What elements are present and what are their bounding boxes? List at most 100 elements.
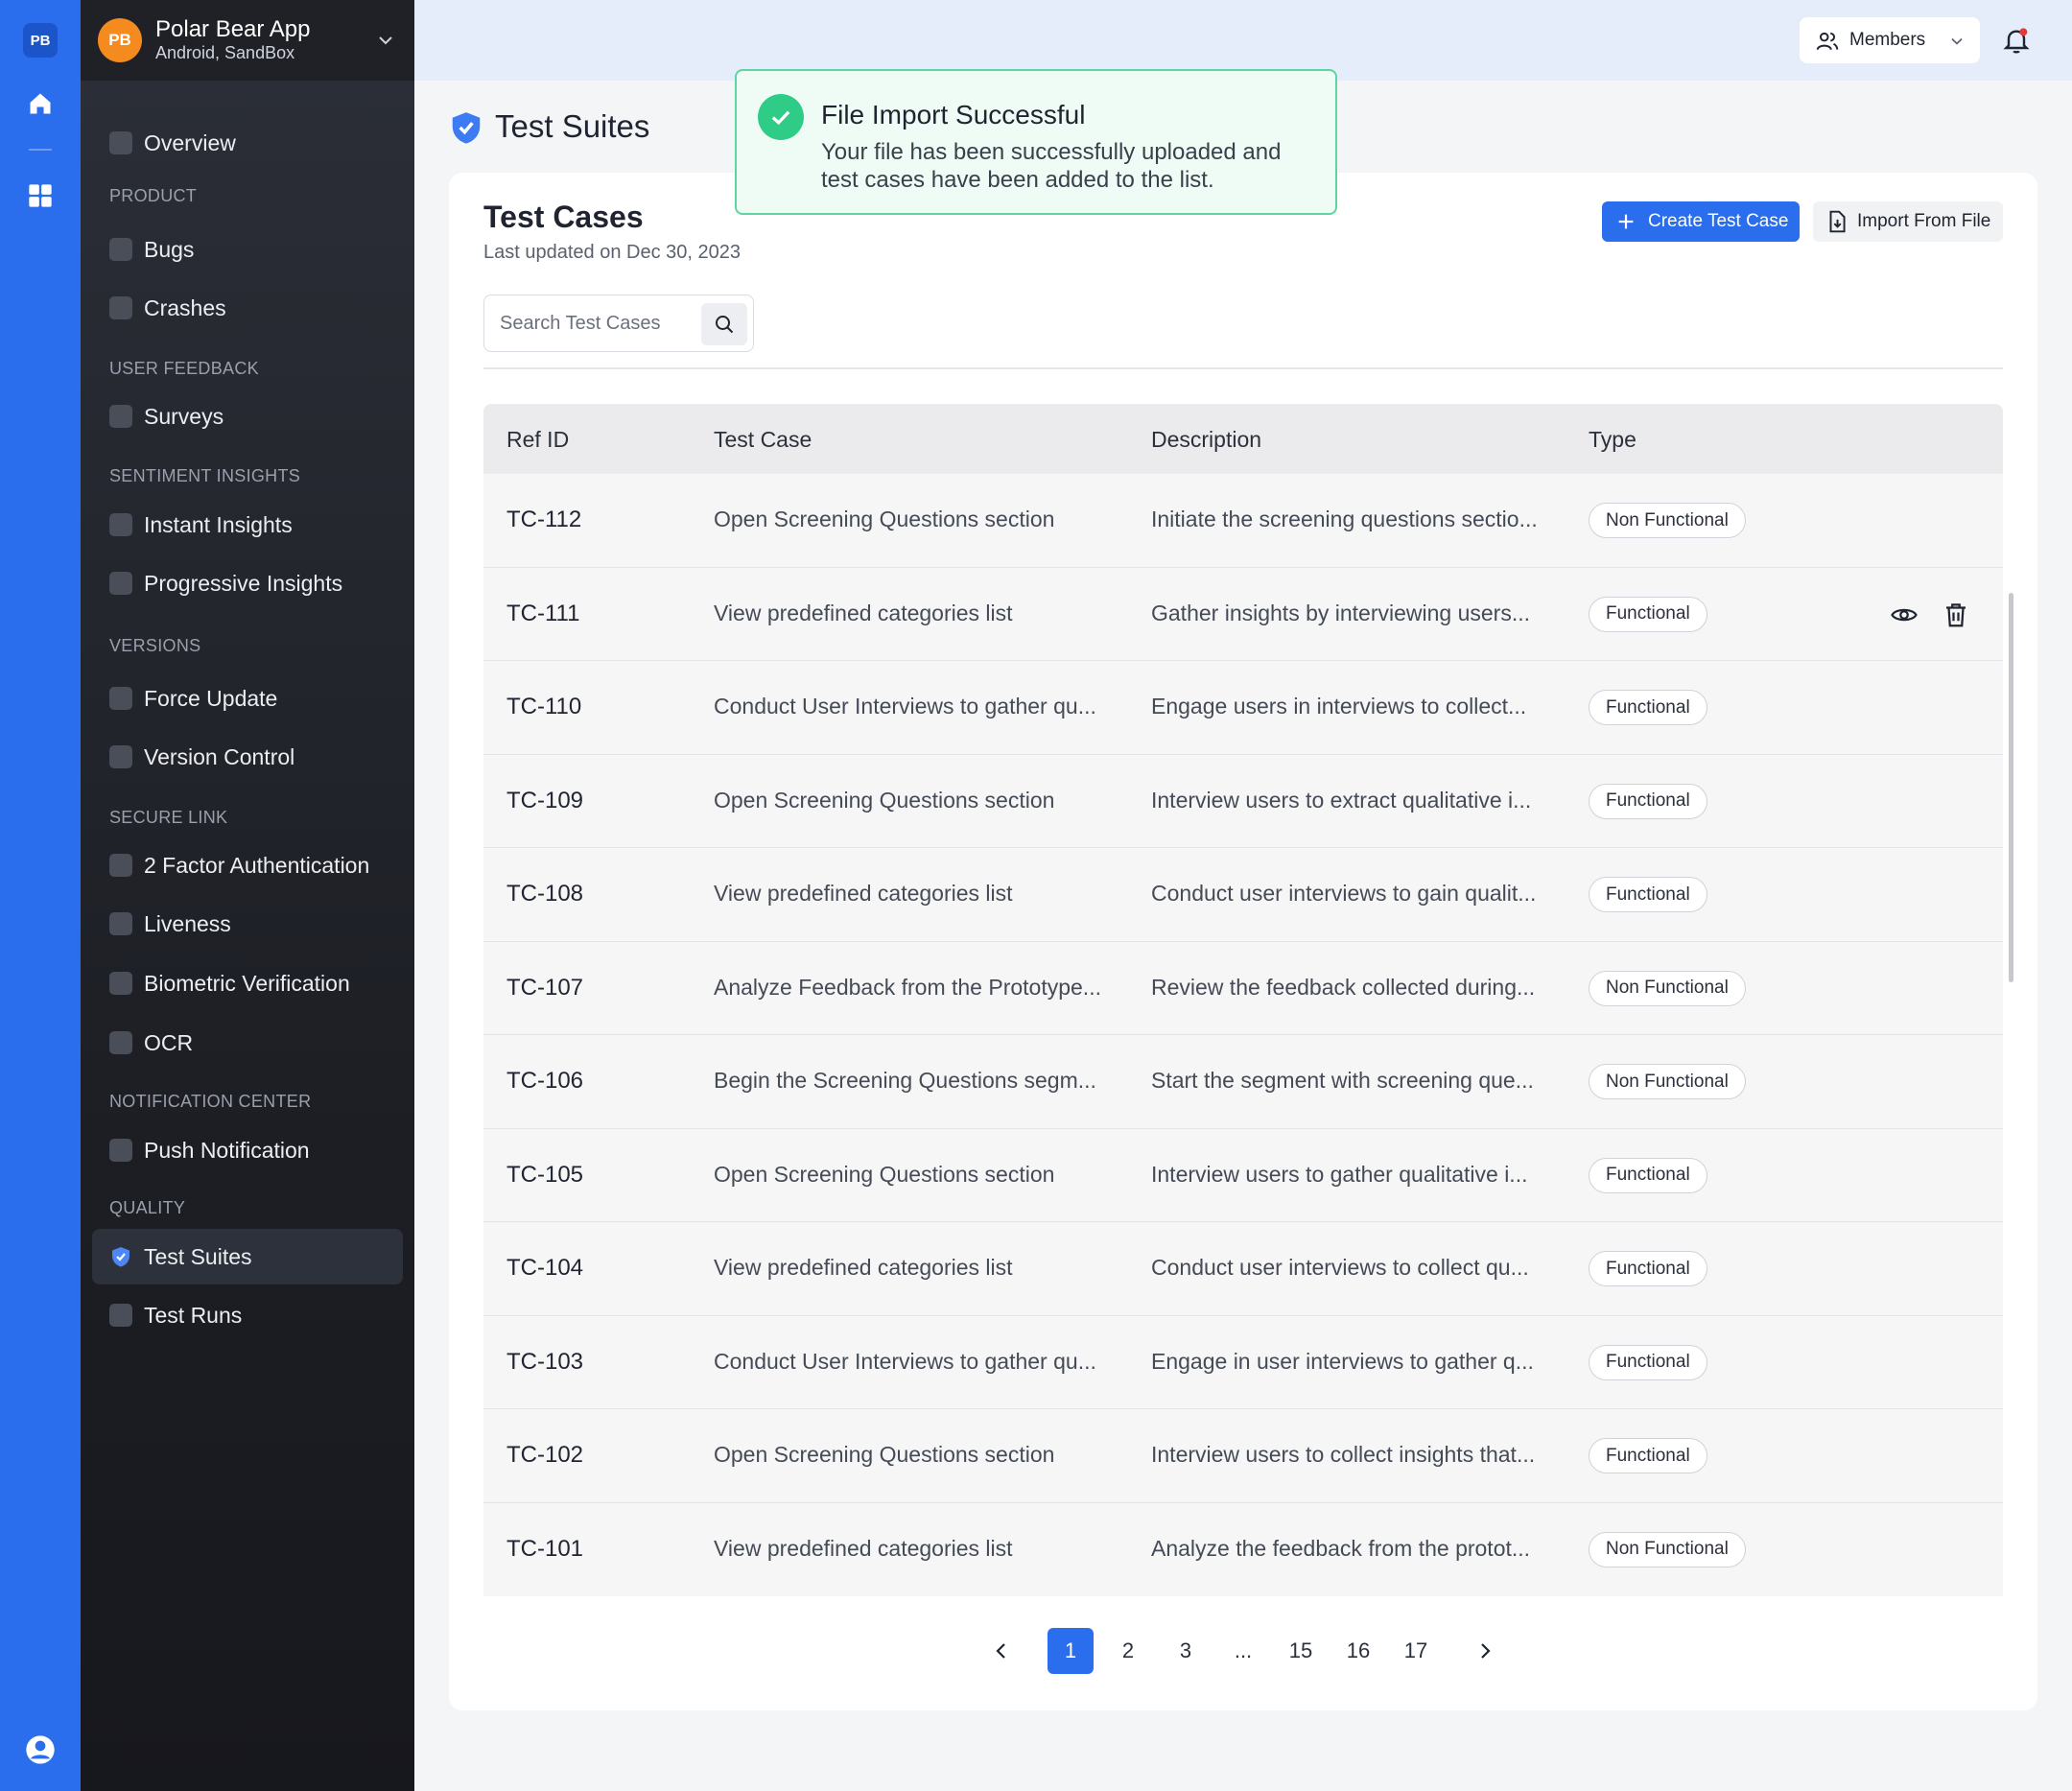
- header-ref-id[interactable]: Ref ID: [506, 427, 569, 453]
- sidebar-item-label: Bugs: [144, 236, 195, 262]
- header-test-case[interactable]: Test Case: [714, 427, 812, 453]
- page-button-2[interactable]: 2: [1105, 1628, 1151, 1674]
- cell-test-case: View predefined categories list: [714, 1255, 1013, 1280]
- sidebar-item-test-suites[interactable]: Test Suites: [92, 1229, 403, 1284]
- sidebar-item-overview[interactable]: Overview: [92, 115, 403, 171]
- table-row[interactable]: TC-110 Conduct User Interviews to gather…: [483, 661, 2003, 755]
- table-row[interactable]: TC-108 View predefined categories list C…: [483, 848, 2003, 942]
- table-row[interactable]: TC-107 Analyze Feedback from the Prototy…: [483, 941, 2003, 1035]
- table-header: Ref ID Test Case Description Type: [483, 404, 2003, 474]
- workspace-badge[interactable]: PB: [23, 23, 58, 58]
- chevron-down-icon: [1951, 37, 1963, 45]
- app-switcher[interactable]: PB Polar Bear App Android, SandBox: [81, 0, 414, 81]
- sidebar-item-label: Force Update: [144, 685, 278, 711]
- sidebar-item-liveness[interactable]: Liveness: [92, 896, 403, 952]
- cell-ref-id: TC-108: [506, 881, 584, 907]
- sidebar-item-label: Progressive Insights: [144, 570, 343, 596]
- type-badge: Non Functional: [1589, 970, 1746, 1006]
- table-row[interactable]: TC-112 Open Screening Questions section …: [483, 474, 2003, 568]
- toast-title: File Import Successful: [821, 100, 1086, 130]
- face-scan-icon: [109, 912, 132, 935]
- section-secure-link: SECURE LINK: [109, 808, 228, 827]
- sidebar-item-surveys[interactable]: Surveys: [92, 389, 403, 444]
- sidebar-item-label: Test Runs: [144, 1302, 243, 1328]
- lock-icon: [109, 854, 132, 877]
- table-row[interactable]: TC-103 Conduct User Interviews to gather…: [483, 1315, 2003, 1409]
- members-dropdown[interactable]: Members: [1800, 17, 1980, 63]
- apps-grid-icon[interactable]: [25, 180, 56, 211]
- cell-test-case: View predefined categories list: [714, 881, 1013, 906]
- cell-description: Conduct user interviews to collect qu...: [1151, 1255, 1529, 1280]
- table-row[interactable]: TC-102 Open Screening Questions section …: [483, 1409, 2003, 1503]
- rail-divider: [29, 149, 52, 151]
- scan-icon: [109, 1031, 132, 1054]
- cell-description: Start the segment with screening que...: [1151, 1068, 1534, 1093]
- user-profile-icon[interactable]: [25, 1734, 56, 1765]
- eye-icon[interactable]: [1890, 601, 1919, 629]
- sidebar-item-progressive-insights[interactable]: Progressive Insights: [92, 555, 403, 611]
- upload-icon: [109, 687, 132, 710]
- sidebar-item-force-update[interactable]: Force Update: [92, 671, 403, 726]
- cell-description: Interview users to gather qualitative i.…: [1151, 1161, 1528, 1187]
- header-type[interactable]: Type: [1589, 427, 1636, 453]
- prev-page-button[interactable]: [978, 1628, 1024, 1674]
- home-icon[interactable]: [25, 88, 56, 119]
- table-row[interactable]: TC-101 View predefined categories list A…: [483, 1502, 2003, 1596]
- cell-ref-id: TC-101: [506, 1535, 584, 1562]
- section-user-feedback: USER FEEDBACK: [109, 359, 259, 378]
- shield-check-icon: [452, 112, 481, 144]
- chevron-down-icon[interactable]: [374, 29, 397, 52]
- table-scrollbar[interactable]: [2009, 593, 2013, 982]
- search-button[interactable]: [701, 303, 747, 345]
- page-button-1[interactable]: 1: [1048, 1628, 1094, 1674]
- type-badge: Non Functional: [1589, 1531, 1746, 1567]
- sidebar-item-crashes[interactable]: Crashes: [92, 280, 403, 336]
- heart-icon: [109, 513, 132, 536]
- create-test-case-button[interactable]: Create Test Case: [1602, 201, 1800, 242]
- page-button-15[interactable]: 15: [1278, 1628, 1324, 1674]
- bell-icon[interactable]: [2001, 25, 2032, 56]
- page-button-3[interactable]: 3: [1163, 1628, 1209, 1674]
- table-row[interactable]: TC-104 View predefined categories list C…: [483, 1222, 2003, 1316]
- trash-icon[interactable]: [1942, 601, 1970, 629]
- table-row[interactable]: TC-105 Open Screening Questions section …: [483, 1128, 2003, 1222]
- sidebar-item-label: OCR: [144, 1029, 194, 1055]
- sidebar-item-instant-insights[interactable]: Instant Insights: [92, 497, 403, 553]
- type-badge: Functional: [1589, 1438, 1707, 1473]
- table-row[interactable]: TC-109 Open Screening Questions section …: [483, 754, 2003, 848]
- sidebar-item-push-notification[interactable]: Push Notification: [92, 1122, 403, 1178]
- app-platform: Android, SandBox: [155, 43, 295, 62]
- sidebar-item-label: Instant Insights: [144, 511, 293, 537]
- cell-test-case: Conduct User Interviews to gather qu...: [714, 1348, 1096, 1374]
- card-title: Test Cases: [483, 200, 644, 234]
- app-rail: PB: [0, 0, 81, 1791]
- table-row[interactable]: TC-106 Begin the Screening Questions seg…: [483, 1035, 2003, 1129]
- cell-test-case: Analyze Feedback from the Prototype...: [714, 974, 1101, 1000]
- package-icon: [109, 745, 132, 768]
- notification-icon: [109, 1139, 132, 1162]
- type-badge: Functional: [1589, 596, 1707, 632]
- button-label: Import From File: [1857, 211, 1991, 231]
- sidebar-item-2fa[interactable]: 2 Factor Authentication: [92, 837, 403, 893]
- fingerprint-icon: [109, 972, 132, 995]
- cell-ref-id: TC-112: [506, 507, 582, 532]
- page-button-17[interactable]: 17: [1393, 1628, 1439, 1674]
- page-button-16[interactable]: 16: [1335, 1628, 1381, 1674]
- import-from-file-button[interactable]: Import From File: [1813, 201, 2003, 242]
- cell-test-case: Open Screening Questions section: [714, 1161, 1055, 1187]
- last-updated: Last updated on Dec 30, 2023: [483, 242, 741, 263]
- sidebar-item-ocr[interactable]: OCR: [92, 1015, 403, 1071]
- sidebar-item-version-control[interactable]: Version Control: [92, 729, 403, 785]
- sidebar-item-test-runs[interactable]: Test Runs: [92, 1287, 403, 1343]
- sidebar-item-biometric[interactable]: Biometric Verification: [92, 955, 403, 1011]
- overview-icon: [109, 131, 132, 154]
- type-badge: Non Functional: [1589, 1064, 1746, 1099]
- header-description[interactable]: Description: [1151, 427, 1261, 453]
- table-row[interactable]: TC-111 View predefined categories list G…: [483, 567, 2003, 661]
- cell-test-case: View predefined categories list: [714, 600, 1013, 625]
- search-input[interactable]: [500, 309, 692, 338]
- next-page-button[interactable]: [1462, 1628, 1508, 1674]
- sidebar-item-bugs[interactable]: Bugs: [92, 222, 403, 277]
- cell-ref-id: TC-106: [506, 1068, 584, 1094]
- toast-message: Your file has been successfully uploaded…: [821, 139, 1282, 193]
